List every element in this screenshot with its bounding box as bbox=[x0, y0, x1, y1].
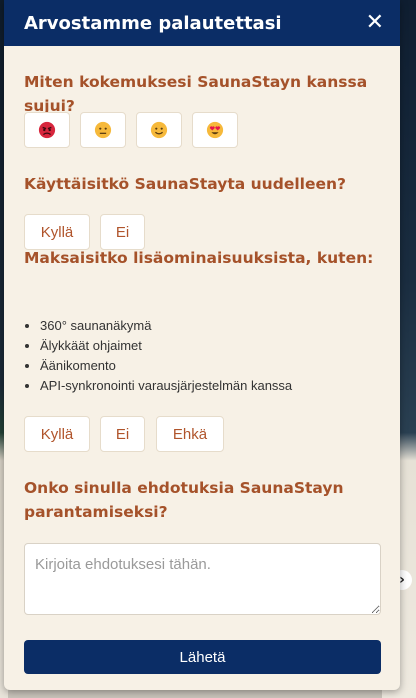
features-yes-button[interactable]: Kyllä bbox=[24, 416, 90, 452]
modal-title: Arvostamme palautettasi bbox=[24, 12, 282, 34]
rating-angry-button[interactable] bbox=[24, 112, 70, 148]
smiling-face-icon bbox=[150, 121, 168, 139]
close-icon[interactable]: ✕ bbox=[366, 12, 384, 34]
list-item: Älykkäät ohjaimet bbox=[40, 336, 292, 356]
features-maybe-button[interactable]: Ehkä bbox=[156, 416, 224, 452]
heart-eyes-face-icon bbox=[206, 121, 224, 139]
reuse-no-button[interactable]: Ei bbox=[100, 214, 145, 250]
rating-smile-button[interactable] bbox=[136, 112, 182, 148]
modal-header: Arvostamme palautettasi ✕ bbox=[4, 0, 400, 46]
feature-list: 360° saunanäkymä Älykkäät ohjaimet Äänik… bbox=[24, 316, 292, 396]
suggestions-textarea[interactable] bbox=[24, 543, 381, 615]
question-experience: Miten kokemuksesi SaunaStayn kanssa suju… bbox=[24, 73, 368, 115]
question-paid-features: Maksaisitko lisäominaisuuksista, kuten: bbox=[24, 249, 374, 267]
feedback-modal: Arvostamme palautettasi ✕ Miten kokemuks… bbox=[4, 0, 400, 690]
question-suggestions: Onko sinulla ehdotuksia SaunaStayn paran… bbox=[24, 479, 344, 521]
angry-face-icon bbox=[38, 121, 56, 139]
list-item: 360° saunanäkymä bbox=[40, 316, 292, 336]
features-no-button[interactable]: Ei bbox=[100, 416, 145, 452]
list-item: API-synkronointi varausjärjestelmän kans… bbox=[40, 376, 292, 396]
neutral-face-icon bbox=[94, 121, 112, 139]
list-item: Äänikomento bbox=[40, 356, 292, 376]
reuse-yes-button[interactable]: Kyllä bbox=[24, 214, 90, 250]
submit-button[interactable]: Lähetä bbox=[24, 640, 381, 674]
rating-neutral-button[interactable] bbox=[80, 112, 126, 148]
rating-love-button[interactable] bbox=[192, 112, 238, 148]
question-reuse: Käyttäisitkö SaunaStayta uudelleen? bbox=[24, 175, 347, 193]
